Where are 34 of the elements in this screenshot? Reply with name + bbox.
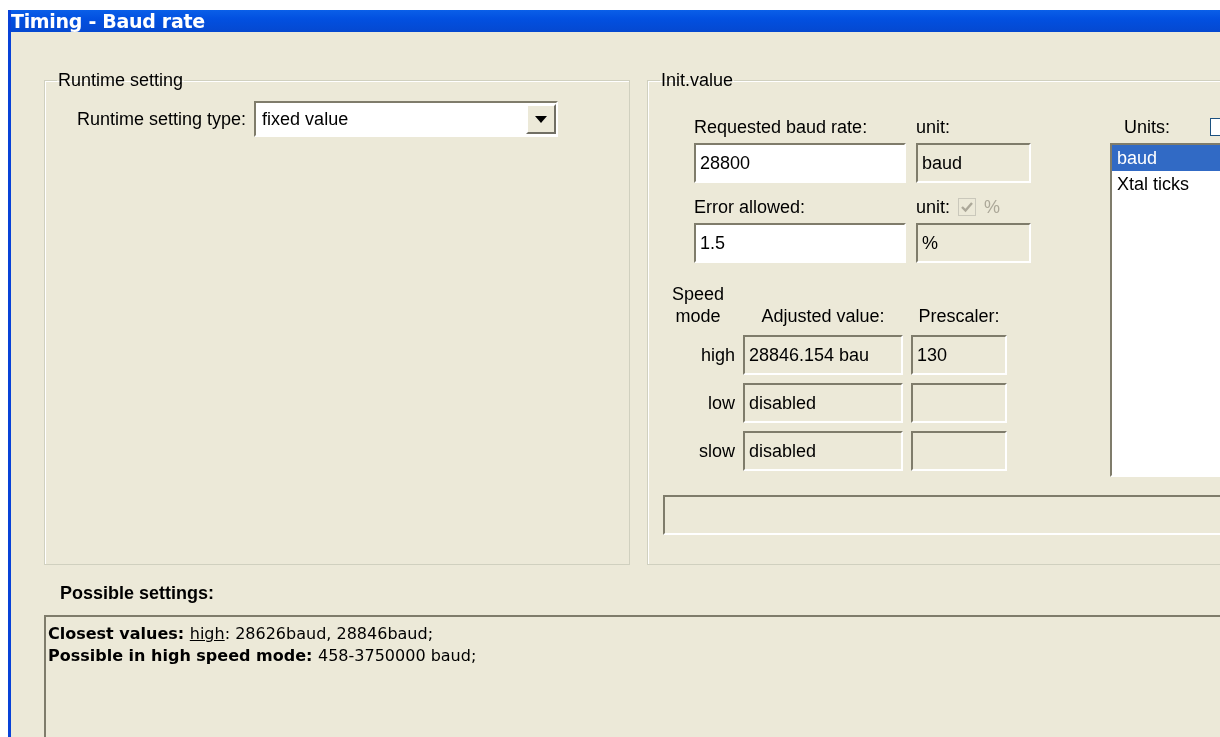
unit-label: unit: — [916, 195, 951, 219]
possible-settings-label: Possible settings: — [60, 583, 216, 605]
speed-mode-link[interactable]: high — [189, 624, 225, 643]
prescaler-field: 130 — [911, 335, 1007, 375]
adjusted-value-header: Adjusted value: — [760, 306, 886, 327]
requested-baud-input[interactable]: 28800 — [694, 143, 906, 183]
unit-field: % — [916, 223, 1031, 263]
requested-baud-label: Requested baud rate: — [694, 115, 869, 139]
speed-mode-header: Speed mode — [670, 283, 726, 327]
speed-mode-label: low — [707, 392, 735, 414]
settings-text: : 28626baud, 28846baud; — [224, 624, 434, 643]
unit-label: unit: — [916, 115, 952, 139]
error-allowed-input[interactable]: 1.5 — [694, 223, 906, 263]
group-title: Runtime setting — [57, 70, 185, 91]
runtime-type-label: Runtime setting type: — [77, 108, 247, 130]
speed-mode-label: high — [699, 344, 735, 366]
error-allowed-label: Error allowed: — [694, 195, 807, 219]
prescaler-header: Prescaler: — [917, 306, 1001, 327]
percent-checkbox-label: % — [984, 196, 1001, 218]
window-title: Timing - Baud rate — [11, 10, 205, 32]
units-list-item[interactable]: Xtal ticks — [1112, 171, 1220, 197]
settings-text: Possible in high speed mode: — [48, 646, 314, 665]
adjusted-value-field: disabled — [743, 431, 903, 471]
units-label: Units: — [1124, 116, 1170, 138]
settings-text: Closest values: — [48, 624, 186, 643]
settings-text: 458-3750000 baud; — [318, 646, 477, 665]
adjusted-value-field: disabled — [743, 383, 903, 423]
runtime-type-dropdown[interactable]: fixed value — [254, 101, 559, 137]
units-listbox[interactable]: baud Xtal ticks — [1110, 143, 1220, 477]
group-title: Init.value — [660, 70, 735, 91]
units-list-item[interactable]: baud — [1112, 145, 1220, 171]
speed-mode-label: slow — [698, 440, 735, 462]
adjusted-value-field: 28846.154 bau — [743, 335, 903, 375]
unit-field: baud — [916, 143, 1031, 183]
